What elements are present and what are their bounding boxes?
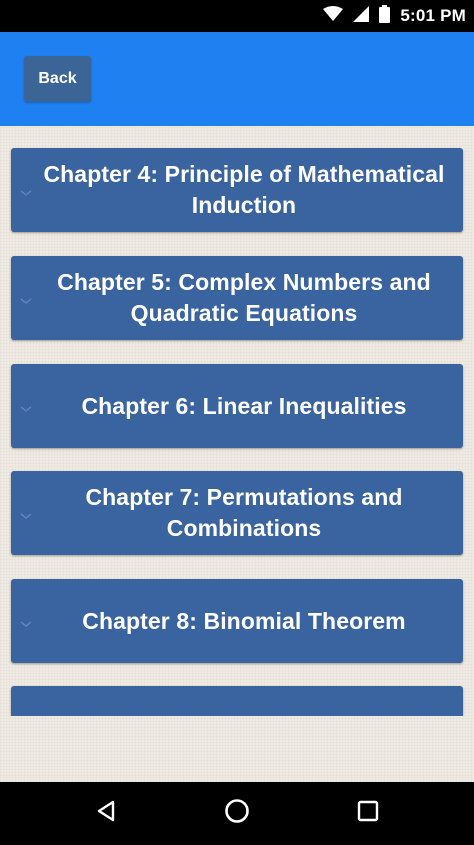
recents-square-icon	[357, 800, 379, 827]
list-bottom-area	[0, 716, 474, 782]
chapter-list[interactable]: Chapter 4: Principle of Mathematical Ind…	[0, 126, 474, 782]
nav-home-button[interactable]	[197, 782, 277, 845]
system-nav-bar	[0, 782, 474, 845]
signal-icon	[353, 5, 370, 27]
nav-back-button[interactable]	[66, 782, 146, 845]
chapter-title: Chapter 6: Linear Inequalities	[81, 392, 407, 419]
home-circle-icon	[224, 798, 250, 829]
chapter-card-4[interactable]: Chapter 4: Principle of Mathematical Ind…	[11, 148, 463, 232]
battery-icon	[379, 4, 391, 28]
chapter-card-6[interactable]: Chapter 6: Linear Inequalities	[11, 364, 463, 448]
chapter-title: Chapter 4: Principle of Mathematical Ind…	[43, 161, 445, 218]
chapter-title: Chapter 8: Binomial Theorem	[82, 607, 406, 634]
back-triangle-icon	[94, 799, 118, 828]
app-bar: Back	[0, 32, 474, 126]
chapter-card-5[interactable]: Chapter 5: Complex Numbers and Quadratic…	[11, 256, 463, 340]
status-icons: 5:01 PM	[323, 0, 466, 32]
back-button[interactable]: Back	[24, 56, 91, 102]
chapter-card-partial[interactable]	[11, 686, 463, 716]
chapter-card-7[interactable]: Chapter 7: Permutations and Combinations	[11, 471, 463, 555]
chapter-title: Chapter 5: Complex Numbers and Quadratic…	[57, 269, 431, 326]
chapter-title: Chapter 7: Permutations and Combinations	[85, 484, 403, 541]
status-time: 5:01 PM	[400, 6, 466, 25]
status-bar: 5:01 PM	[0, 0, 474, 32]
wifi-icon	[323, 5, 344, 27]
chapter-card-8[interactable]: Chapter 8: Binomial Theorem	[11, 579, 463, 663]
nav-recents-button[interactable]	[328, 782, 408, 845]
